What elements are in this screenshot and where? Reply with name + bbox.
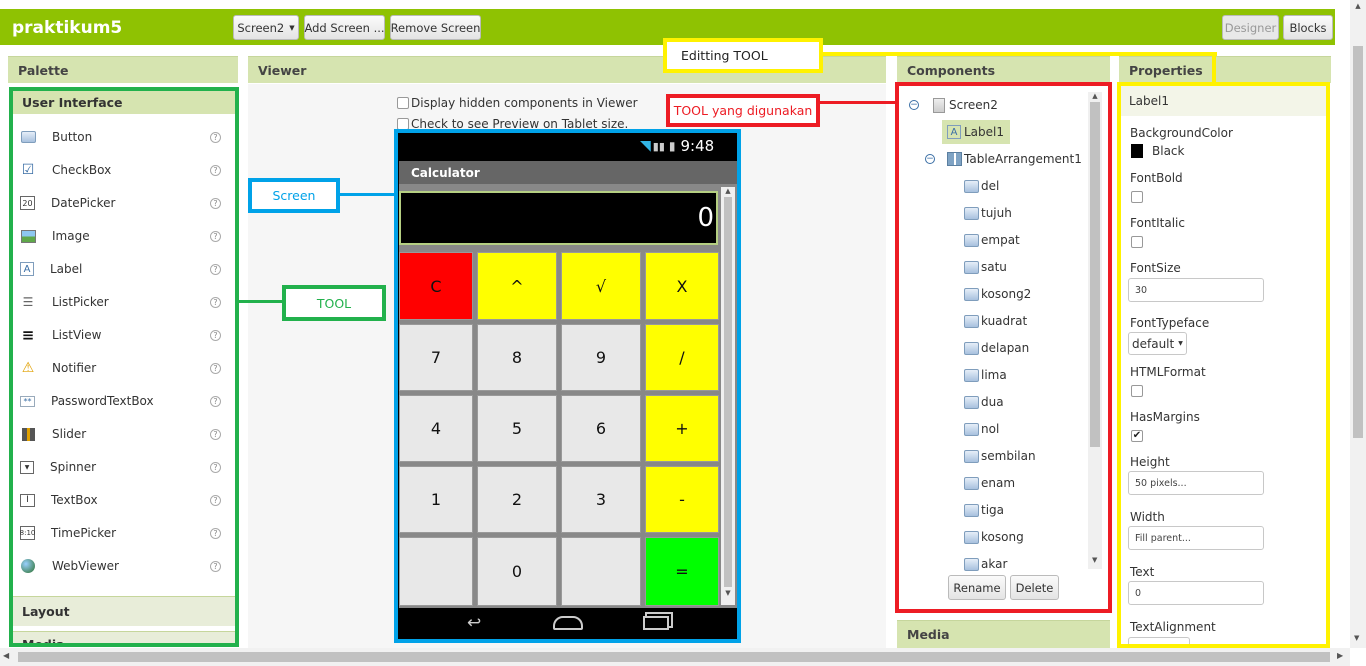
screen-select-label: Screen2 — [237, 20, 285, 35]
components-header: Components — [897, 56, 1110, 83]
add-screen-button[interactable]: Add Screen ... — [304, 15, 385, 40]
hidden-components-checkbox[interactable] — [397, 97, 409, 109]
scroll-up-icon[interactable]: ▲ — [1350, 2, 1366, 10]
hidden-components-toggle[interactable]: Display hidden components in Viewer — [397, 96, 638, 110]
annotation-editing-tool-label: Editting TOOL — [663, 38, 823, 73]
annotation-components-frame — [895, 82, 1112, 613]
scroll-left-icon[interactable]: ◀ — [3, 651, 9, 660]
annotation-tool-label: TOOL — [282, 285, 386, 321]
annotation-connector — [1212, 52, 1216, 84]
annotation-used-tool-label: TOOL yang digunakan — [666, 94, 820, 127]
tablet-preview-checkbox[interactable] — [397, 117, 409, 130]
scroll-down-icon[interactable]: ▼ — [1354, 634, 1359, 642]
designer-button[interactable]: Designer — [1222, 15, 1279, 40]
media-header: Media — [897, 620, 1110, 648]
page-horizontal-scrollbar[interactable]: ◀ ▶ — [0, 648, 1350, 666]
annotation-screen-label: Screen — [248, 178, 340, 213]
remove-screen-button[interactable]: Remove Screen — [390, 15, 481, 40]
annotation-screen-frame — [394, 129, 741, 643]
properties-header: Properties — [1119, 56, 1331, 83]
app-title: praktikum5 — [12, 18, 123, 38]
scroll-right-icon[interactable]: ▶ — [1337, 651, 1343, 660]
page-vertical-scrollbar[interactable]: ▲ — [1350, 0, 1366, 648]
blocks-button[interactable]: Blocks — [1283, 15, 1333, 40]
palette-header: Palette — [8, 56, 238, 83]
annotation-connector — [818, 101, 898, 104]
screen-select[interactable]: Screen2 ▼ — [233, 15, 299, 40]
page-vertical-scrollbar-thumb[interactable] — [1353, 46, 1363, 438]
annotation-properties-frame — [1117, 82, 1330, 648]
annotation-connector — [338, 193, 396, 196]
annotation-connector — [819, 52, 1217, 56]
page-horizontal-scrollbar-thumb[interactable] — [18, 652, 1330, 662]
annotation-palette-frame — [9, 87, 239, 647]
hidden-components-label: Display hidden components in Viewer — [411, 96, 638, 110]
annotation-connector — [236, 300, 284, 303]
dropdown-arrow-icon: ▼ — [289, 23, 295, 32]
